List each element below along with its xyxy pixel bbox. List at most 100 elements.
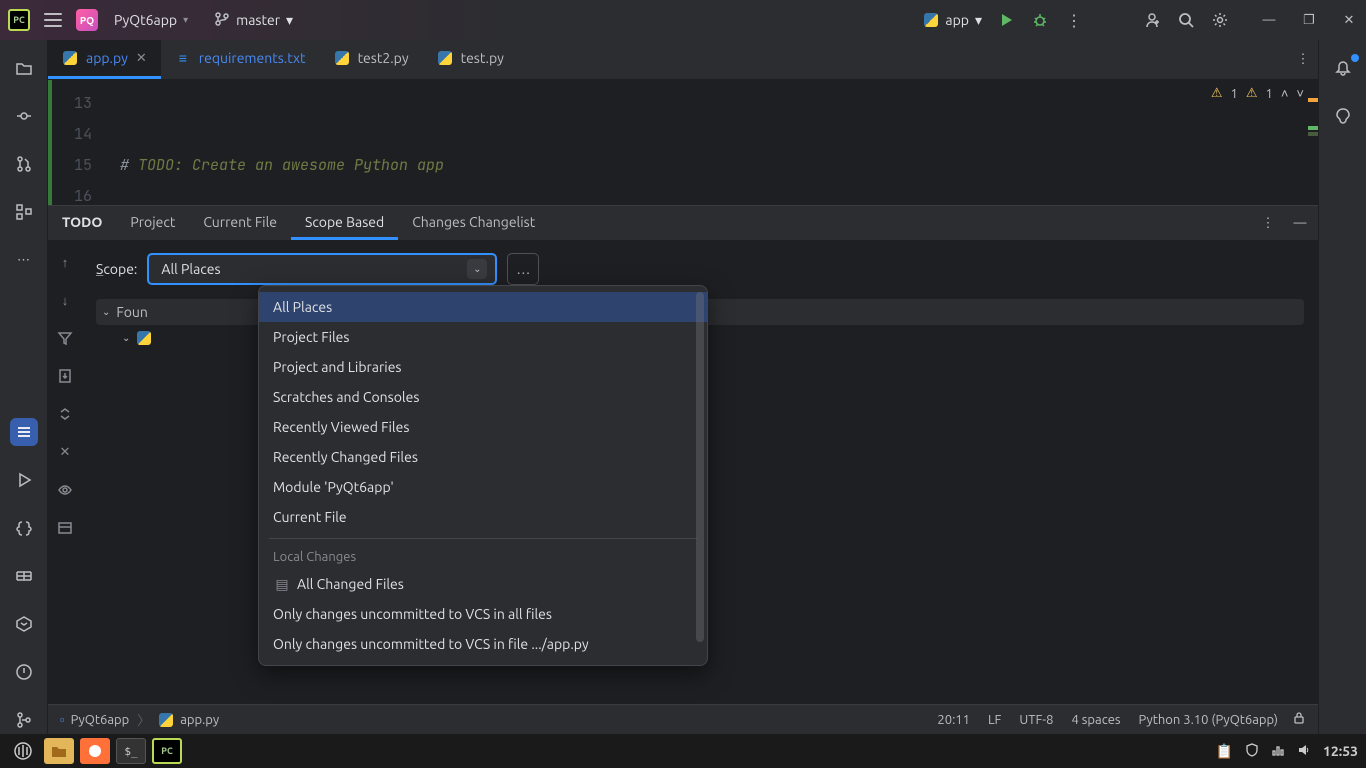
next-highlight-button[interactable]: ˅ bbox=[1296, 86, 1304, 101]
scope-option[interactable]: All Places bbox=[259, 292, 707, 322]
run-config-selector[interactable]: app ▾ bbox=[923, 12, 982, 29]
readonly-lock-icon[interactable] bbox=[1292, 711, 1306, 728]
group-by-button[interactable] bbox=[54, 517, 76, 539]
indent-settings[interactable]: 4 spaces bbox=[1071, 713, 1120, 727]
main-menu-button[interactable] bbox=[40, 7, 66, 33]
settings-button[interactable] bbox=[1210, 10, 1230, 30]
title-bar: PC PQ PyQt6app ▾ master ▾ app ▾ ⋮ bbox=[0, 0, 1366, 40]
editor-tab-test2[interactable]: test2.py bbox=[320, 40, 423, 79]
project-selector[interactable]: PyQt6app ▾ bbox=[108, 8, 194, 32]
prev-highlight-button[interactable]: ˄ bbox=[1281, 86, 1289, 101]
toolwindow-options-button[interactable]: ⋮ bbox=[1254, 216, 1282, 231]
scope-option[interactable]: Project and Libraries bbox=[259, 352, 707, 382]
commit-tool-button[interactable] bbox=[10, 102, 38, 130]
python-icon bbox=[923, 12, 939, 28]
scope-option[interactable]: Module 'PyQt6app' bbox=[259, 472, 707, 502]
git-branch-selector[interactable]: master ▾ bbox=[214, 11, 293, 30]
weak-warning-count: 1 bbox=[1265, 87, 1272, 101]
scope-edit-button[interactable]: … bbox=[507, 253, 539, 285]
code-with-me-button[interactable] bbox=[1142, 10, 1162, 30]
separator bbox=[269, 538, 697, 539]
search-everywhere-button[interactable] bbox=[1176, 10, 1196, 30]
todo-toolbar: ↑ ↓ ✕ bbox=[48, 241, 82, 704]
expand-all-button[interactable] bbox=[54, 403, 76, 425]
editor-tab-test[interactable]: test.py bbox=[423, 40, 518, 79]
tray-shield-icon[interactable] bbox=[1245, 743, 1259, 760]
run-button[interactable] bbox=[996, 10, 1016, 30]
notifications-button[interactable] bbox=[1329, 54, 1357, 82]
pull-requests-tool-button[interactable] bbox=[10, 150, 38, 178]
tab-label: requirements.txt bbox=[199, 50, 306, 66]
scope-option[interactable]: Only changes uncommitted to VCS in all f… bbox=[259, 599, 707, 629]
scope-option[interactable]: ▤All Changed Files bbox=[259, 569, 707, 599]
start-menu-button[interactable] bbox=[8, 738, 38, 764]
scope-option[interactable]: Project Files bbox=[259, 322, 707, 352]
scope-option[interactable]: Current File bbox=[259, 502, 707, 532]
collapse-all-button[interactable]: ✕ bbox=[54, 441, 76, 463]
autoscroll-button[interactable] bbox=[54, 365, 76, 387]
python-packages-tool-button[interactable] bbox=[10, 562, 38, 590]
structure-tool-button[interactable] bbox=[10, 198, 38, 226]
more-actions-button[interactable]: ⋮ bbox=[1064, 10, 1084, 30]
taskbar-files-button[interactable] bbox=[44, 738, 74, 764]
preview-button[interactable] bbox=[54, 479, 76, 501]
scope-select-value: All Places bbox=[161, 261, 220, 277]
python-icon bbox=[136, 330, 152, 346]
python-interpreter[interactable]: Python 3.10 (PyQt6app) bbox=[1139, 713, 1278, 727]
problems-tool-button[interactable] bbox=[10, 658, 38, 686]
tab-label: test2.py bbox=[358, 50, 409, 66]
editor-tab-requirements[interactable]: ≡ requirements.txt bbox=[161, 40, 320, 79]
scrollbar[interactable] bbox=[696, 292, 704, 642]
filter-button[interactable] bbox=[54, 327, 76, 349]
pycharm-logo-icon: PC bbox=[8, 9, 30, 31]
scope-dropdown-popup: All Places Project Files Project and Lib… bbox=[258, 285, 708, 666]
error-stripe[interactable] bbox=[1304, 80, 1318, 205]
taskbar-firefox-button[interactable] bbox=[80, 738, 110, 764]
chevron-down-icon: ▾ bbox=[286, 12, 293, 29]
chevron-down-icon: ⌄ bbox=[102, 306, 110, 318]
next-todo-button[interactable]: ↓ bbox=[54, 289, 76, 311]
chevron-down-icon: ▾ bbox=[975, 12, 982, 29]
python-icon bbox=[334, 50, 350, 66]
taskbar-pycharm-button[interactable]: PC bbox=[152, 738, 182, 764]
tray-network-icon[interactable] bbox=[1271, 743, 1285, 760]
branch-name-label: master bbox=[236, 12, 280, 28]
debug-button[interactable] bbox=[1030, 10, 1050, 30]
services-tool-button[interactable] bbox=[10, 610, 38, 638]
tree-label: Foun bbox=[116, 304, 148, 320]
inspection-widget[interactable]: ⚠1 ⚠1 ˄ ˅ bbox=[1211, 86, 1304, 101]
window-maximize-button[interactable]: ❐ bbox=[1300, 11, 1318, 29]
tray-volume-icon[interactable] bbox=[1297, 743, 1311, 760]
window-close-button[interactable]: ✕ bbox=[1340, 11, 1358, 29]
scope-option[interactable]: Only changes uncommitted to VCS in file … bbox=[259, 629, 707, 659]
editor-tab-app[interactable]: app.py ✕ bbox=[48, 40, 161, 79]
tray-clipboard-icon[interactable]: 📋 bbox=[1216, 743, 1233, 760]
file-encoding[interactable]: UTF-8 bbox=[1019, 713, 1053, 727]
scope-option[interactable]: Recently Viewed Files bbox=[259, 412, 707, 442]
cursor-position[interactable]: 20:11 bbox=[937, 713, 970, 727]
run-config-label: app bbox=[945, 12, 969, 28]
line-separator[interactable]: LF bbox=[988, 713, 1001, 727]
scope-select[interactable]: All Places ⌄ bbox=[147, 253, 497, 285]
editor-area[interactable]: 13141516 # TODO: Create an awesome Pytho… bbox=[48, 80, 1318, 205]
ai-assistant-button[interactable] bbox=[1329, 102, 1357, 130]
tray-clock[interactable]: 12:53 bbox=[1323, 743, 1358, 759]
python-console-tool-button[interactable] bbox=[10, 514, 38, 542]
taskbar-terminal-button[interactable]: $_ bbox=[116, 738, 146, 764]
editor-tabs-menu[interactable]: ⋮ bbox=[1288, 40, 1318, 79]
more-tools-button[interactable]: ⋯ bbox=[10, 246, 38, 274]
window-minimize-button[interactable]: — bbox=[1260, 11, 1278, 29]
list-icon: ≡ bbox=[175, 50, 191, 66]
close-icon[interactable]: ✕ bbox=[136, 51, 147, 66]
toolwindow-hide-button[interactable]: — bbox=[1286, 216, 1314, 230]
scope-option[interactable]: Recently Changed Files bbox=[259, 442, 707, 472]
prev-todo-button[interactable]: ↑ bbox=[54, 251, 76, 273]
breadcrumb-project[interactable]: ▫ PyQt6app bbox=[60, 712, 129, 727]
project-tool-button[interactable] bbox=[10, 54, 38, 82]
run-tool-button[interactable] bbox=[10, 466, 38, 494]
scope-option[interactable]: Scratches and Consoles bbox=[259, 382, 707, 412]
breadcrumb-file[interactable]: app.py bbox=[158, 712, 219, 728]
vcs-tool-button[interactable] bbox=[10, 706, 38, 734]
todo-tool-button[interactable] bbox=[10, 418, 38, 446]
navigation-bar: ▫ PyQt6app 〉 app.py 20:11 LF UTF-8 4 spa… bbox=[48, 704, 1318, 734]
